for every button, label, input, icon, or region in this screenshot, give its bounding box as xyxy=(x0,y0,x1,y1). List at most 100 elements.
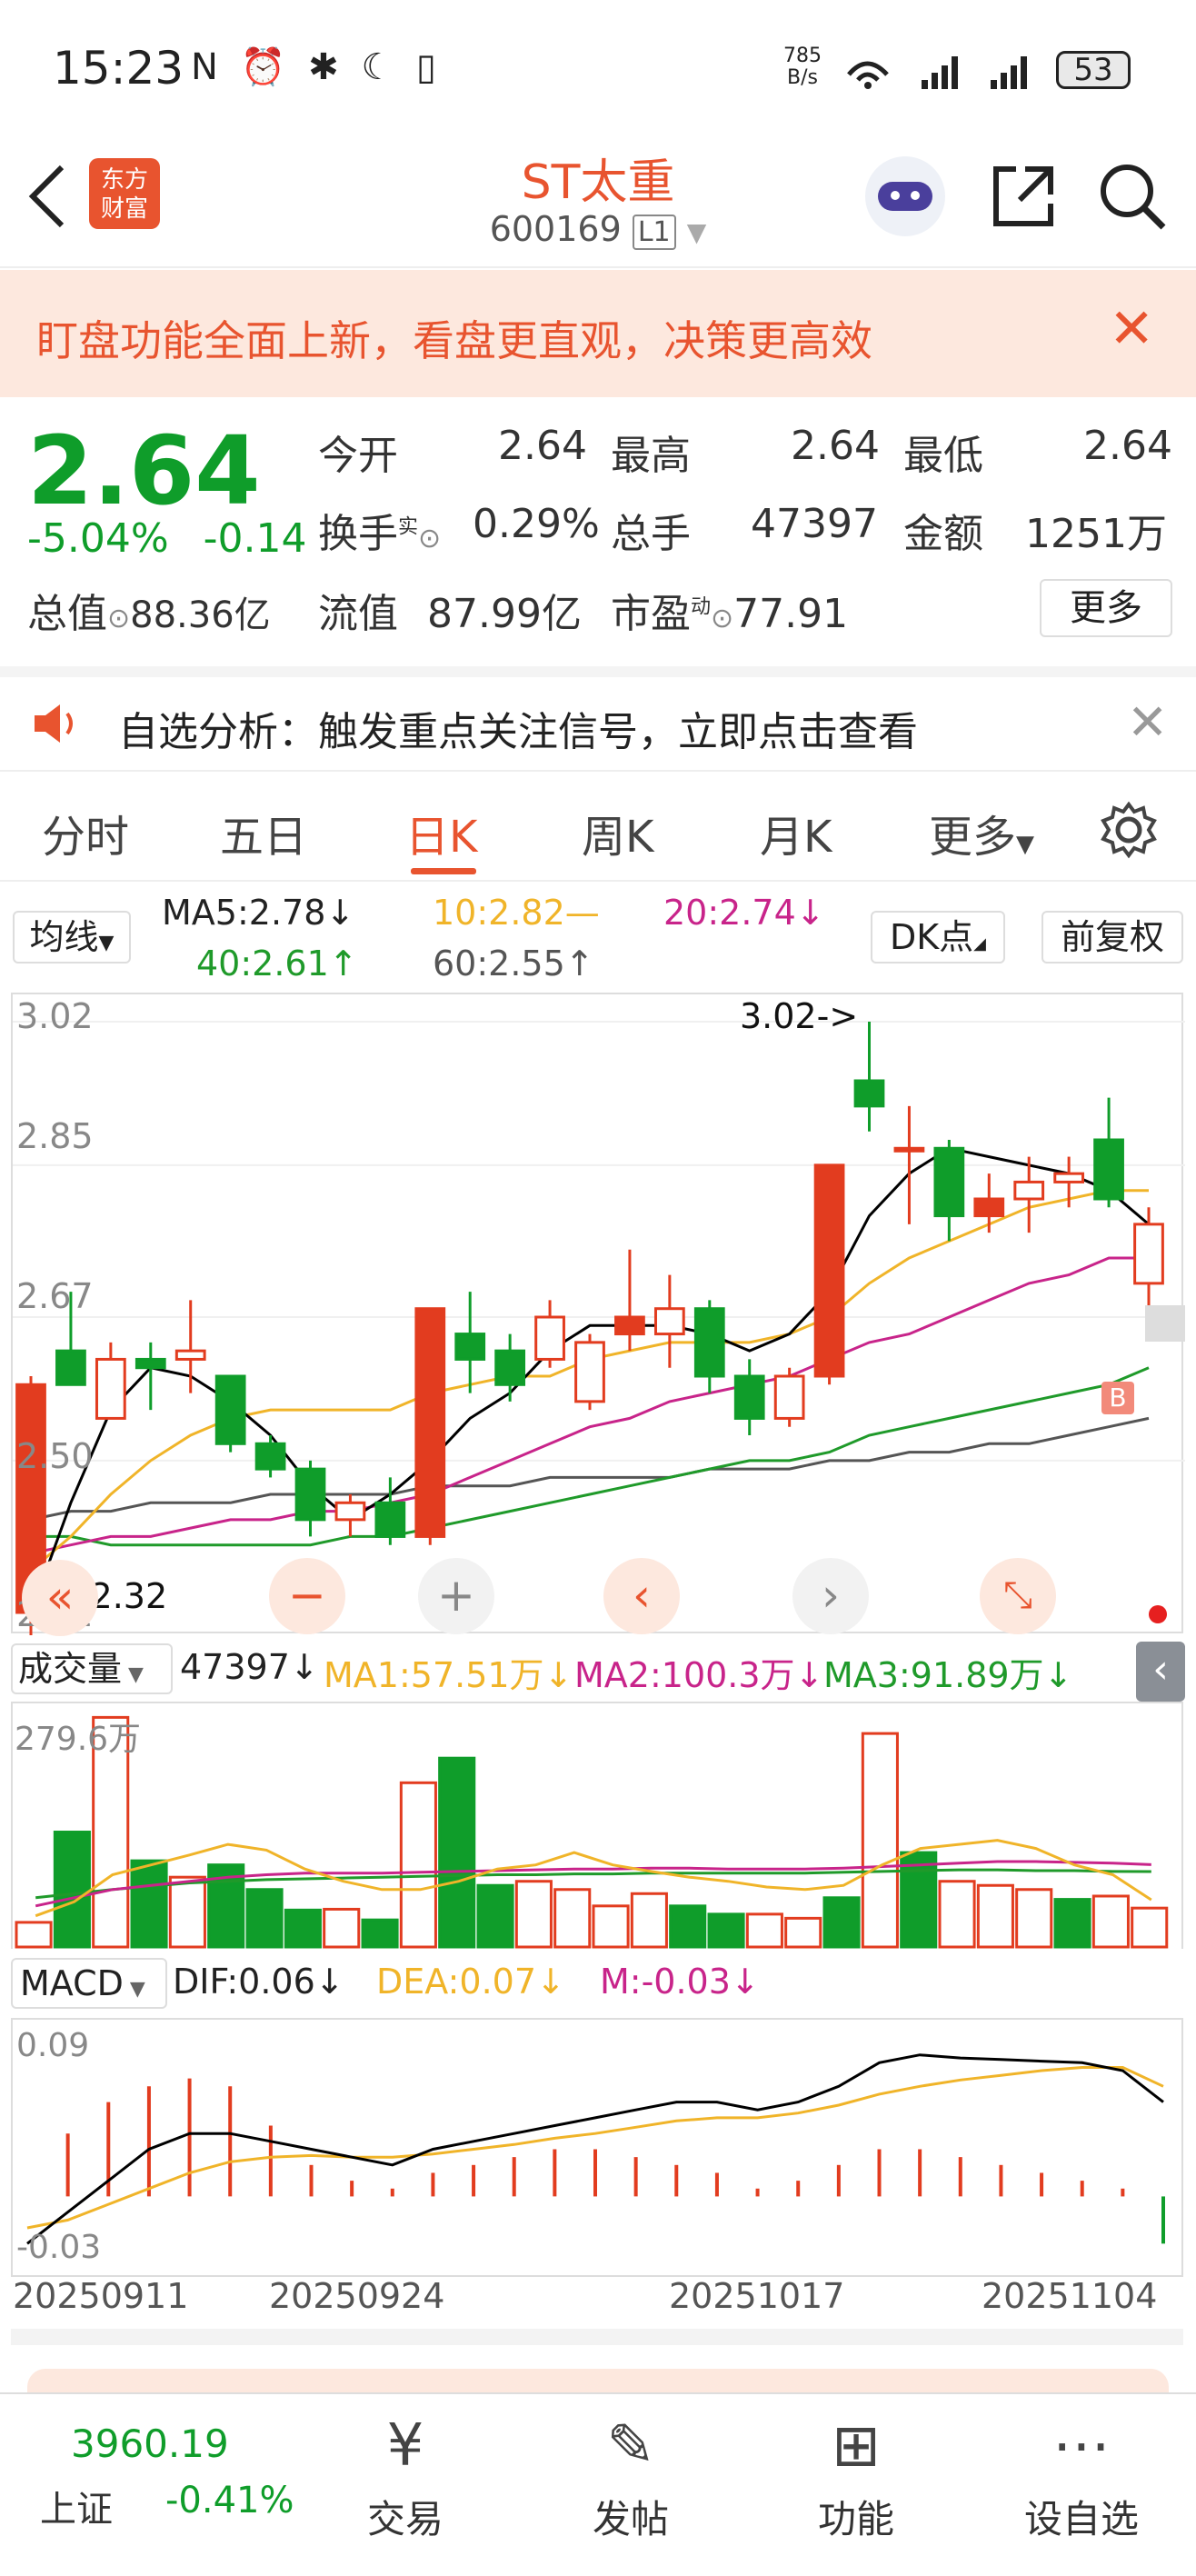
collapse-panel-icon[interactable]: ‹ xyxy=(1136,1642,1185,1702)
search-icon[interactable] xyxy=(1096,160,1169,233)
nav-trade-label: 交易 xyxy=(366,2497,444,2541)
volume-chart[interactable]: 279.6万 xyxy=(11,1702,1183,1949)
index-change: -0.41% xyxy=(165,2480,294,2521)
stock-code: 600169 xyxy=(489,209,622,249)
buy-signal-badge[interactable]: B xyxy=(1101,1382,1134,1414)
float-value: 87.99亿 xyxy=(427,591,582,637)
index-ticker[interactable]: 3960.19 上证 -0.41% xyxy=(0,2394,300,2576)
volume-bar xyxy=(1131,1906,1169,1949)
high-value: 2.64 xyxy=(791,423,880,469)
candle xyxy=(1133,1223,1164,1285)
date-label: 20250911 xyxy=(13,2276,189,2316)
ma40-value: 40:2.61↑ xyxy=(196,944,358,983)
tab-more-label: 更多 xyxy=(929,812,1017,863)
change-amt: -0.14 xyxy=(203,515,307,562)
info-icon[interactable]: ⊙ xyxy=(711,603,733,634)
grid-icon: ⊞ xyxy=(832,2412,881,2480)
close-icon[interactable]: ✕ xyxy=(1127,694,1168,751)
macd-select[interactable]: MACD ▼ xyxy=(11,1958,167,2009)
candle xyxy=(853,1079,885,1108)
analysis-notice[interactable]: 自选分析：触发重点关注信号，立即点击查看 ✕ xyxy=(0,666,1196,772)
pe-label-text: 市盈 xyxy=(611,591,691,637)
gear-icon[interactable] xyxy=(1100,801,1158,859)
turnover-label-text: 换手 xyxy=(318,511,398,557)
level-badge: L1 xyxy=(632,215,676,250)
ma-select[interactable]: 均线▼ xyxy=(13,911,131,964)
pe-label: 市盈动⊙77.91 xyxy=(611,581,848,639)
macd-dea: DEA:0.07↓ xyxy=(376,1962,565,2002)
mktcap-label-text: 总值 xyxy=(27,591,107,637)
macd-bottom-label: -0.03 xyxy=(16,2229,102,2266)
info-icon[interactable]: ⊙ xyxy=(418,523,441,554)
kline-chart[interactable]: 3.02 2.85 2.67 2.50 2.32 3.02-> <-2.32 B… xyxy=(11,993,1185,1636)
notice-text: 自选分析：触发重点关注信号，立即点击查看 xyxy=(118,709,918,755)
dk-label: DK点 xyxy=(889,917,974,957)
macd-chart[interactable]: 0.09 -0.03 xyxy=(11,2018,1183,2277)
ma60-line xyxy=(30,1416,1150,1522)
candle xyxy=(1093,1138,1124,1201)
tab-intraday[interactable]: 分时 xyxy=(42,801,129,864)
pan-right-button[interactable]: › xyxy=(792,1558,869,1634)
more-button[interactable]: 更多 xyxy=(1040,579,1172,637)
volume-bar xyxy=(1091,1894,1130,1949)
tab-monthly-k[interactable]: 月K xyxy=(760,801,832,864)
bottom-nav: 3960.19 上证 -0.41% ¥ 交易 ✎ 发帖 ⊞ 功能 ⋯ 设自选 xyxy=(0,2392,1196,2574)
promo-banner[interactable]: 盯盘功能全面上新，看盘更直观，决策更高效 ✕ xyxy=(0,270,1196,397)
zoom-in-button[interactable]: + xyxy=(418,1558,494,1634)
macd-dif: DIF:0.06↓ xyxy=(173,1962,344,2002)
volume-bar xyxy=(53,1831,91,1949)
turnover-value: 0.29% xyxy=(473,501,600,547)
chevron-down-icon: ▼ xyxy=(686,217,707,247)
volume-bar xyxy=(130,1859,168,1949)
volume-bar xyxy=(938,1880,976,1949)
nav-post-label: 发帖 xyxy=(592,2497,669,2541)
tab-five-day[interactable]: 五日 xyxy=(220,801,307,864)
pe-value: 77.91 xyxy=(733,591,849,637)
volume-svg xyxy=(15,1715,1169,1949)
nav-post[interactable]: ✎ 发帖 xyxy=(540,2394,722,2544)
open-label: 今开 xyxy=(318,433,398,479)
volume-bar xyxy=(745,1912,783,1949)
candle xyxy=(294,1467,326,1522)
high-label: 最高 xyxy=(611,433,691,479)
close-icon[interactable]: ✕ xyxy=(1109,297,1154,361)
candle xyxy=(773,1374,805,1420)
kline-svg xyxy=(13,1021,1185,1635)
zoom-left-icon[interactable]: « xyxy=(22,1560,98,1636)
volume-bar xyxy=(553,1888,592,1949)
dk-point-button[interactable]: DK点◢ xyxy=(871,911,1005,964)
ai-robot-icon[interactable] xyxy=(865,156,945,236)
volume-bar xyxy=(361,1918,399,1949)
nav-trade[interactable]: ¥ 交易 xyxy=(314,2394,496,2544)
volume-select[interactable]: 成交量 ▼ xyxy=(11,1643,173,1694)
low-label: 最低 xyxy=(903,433,983,479)
nav-function[interactable]: ⊞ 功能 xyxy=(765,2394,947,2544)
adjust-button[interactable]: 前复权 xyxy=(1042,911,1183,964)
volume-value: 47397 xyxy=(751,501,878,547)
candle xyxy=(1013,1180,1045,1201)
zoom-out-button[interactable]: − xyxy=(269,1558,345,1634)
volume-bar xyxy=(630,1892,668,1949)
volume-bar xyxy=(323,1907,361,1949)
fullscreen-icon[interactable]: ⤡ xyxy=(980,1558,1056,1634)
candle xyxy=(494,1349,526,1386)
info-icon[interactable]: ⊙ xyxy=(107,603,130,634)
pan-left-button[interactable]: ‹ xyxy=(603,1558,680,1634)
y-label-2.67: 2.67 xyxy=(16,1276,94,1316)
candle xyxy=(614,1315,645,1336)
volume-label: 总手 xyxy=(611,511,691,557)
y-label-2.50: 2.50 xyxy=(16,1436,94,1476)
price-change: -5.04% -0.14 xyxy=(27,515,307,562)
high-marker: 3.02-> xyxy=(740,996,859,1036)
tab-daily-k[interactable]: 日K xyxy=(405,801,477,864)
speaker-icon xyxy=(35,704,73,743)
share-icon[interactable] xyxy=(989,162,1058,231)
volume-bar xyxy=(168,1875,206,1949)
net-speed: 785 B/s xyxy=(783,45,822,89)
nav-watchlist[interactable]: ⋯ 设自选 xyxy=(991,2394,1172,2544)
tab-more[interactable]: 更多▼ xyxy=(929,801,1034,864)
ma20-value: 20:2.74↓ xyxy=(663,893,825,933)
volume-bar xyxy=(707,1912,745,1949)
turnover-sup: 实 xyxy=(398,515,419,539)
tab-weekly-k[interactable]: 周K xyxy=(582,801,653,864)
